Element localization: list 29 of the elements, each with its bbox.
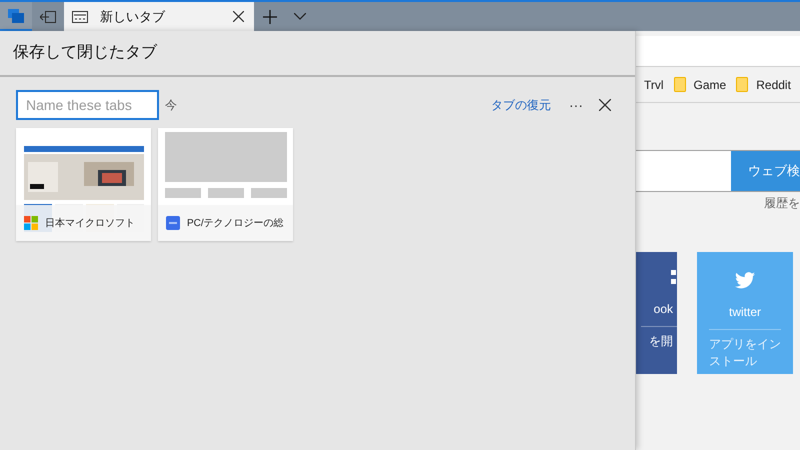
saved-tab-card[interactable]: PC/テクノロジーの総 bbox=[158, 128, 293, 241]
saved-tab-title: 日本マイクロソフト bbox=[45, 216, 135, 230]
favorite-item[interactable]: Trvl bbox=[644, 76, 664, 94]
browser-tab[interactable]: 新しいタブ bbox=[64, 2, 254, 31]
saved-time: 今 bbox=[165, 97, 177, 114]
folder-icon bbox=[736, 77, 748, 92]
site-icon bbox=[166, 216, 180, 230]
favorite-item[interactable]: Game bbox=[674, 76, 726, 94]
panel-title: 保存して閉じたタブ bbox=[13, 42, 157, 63]
tab-title: 新しいタブ bbox=[100, 8, 166, 26]
saved-tab-card[interactable]: 日本マイクロソフト bbox=[16, 128, 151, 241]
close-icon[interactable] bbox=[230, 8, 246, 24]
favorite-item[interactable]: Reddit bbox=[736, 76, 791, 94]
tile-name: twitter bbox=[728, 304, 761, 321]
bird-icon bbox=[735, 272, 755, 289]
app-tile[interactable]: ook を開 bbox=[636, 252, 677, 374]
tile-action: アプリをインストール bbox=[709, 336, 781, 370]
restore-tabs-link[interactable]: タブの復元 bbox=[491, 96, 551, 114]
folder-icon bbox=[674, 77, 686, 92]
tile-name: ook bbox=[654, 301, 673, 318]
history-link[interactable]: 履歴を bbox=[764, 194, 800, 212]
windows-logo-icon bbox=[24, 216, 38, 230]
tile-action: を開 bbox=[649, 333, 673, 350]
search-field[interactable] bbox=[636, 151, 731, 191]
more-button[interactable]: ··· bbox=[565, 94, 587, 116]
page-icon bbox=[72, 10, 88, 22]
group-name-field[interactable]: Name these tabs bbox=[16, 90, 159, 120]
saved-tab-title: PC/テクノロジーの総 bbox=[187, 216, 284, 230]
close-icon[interactable] bbox=[597, 97, 613, 113]
